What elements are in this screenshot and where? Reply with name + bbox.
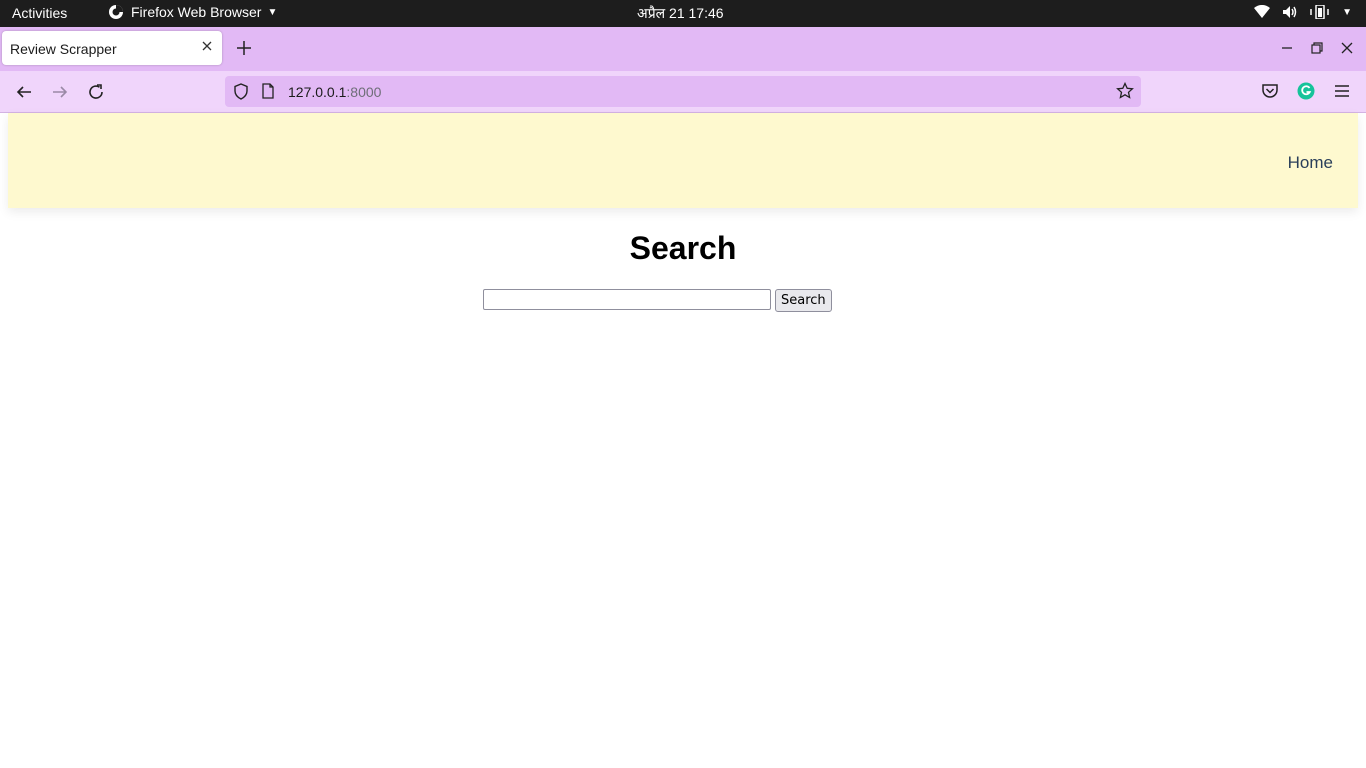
page-icon[interactable]	[261, 83, 275, 99]
clock[interactable]: अप्रैल 21 17:46	[637, 4, 724, 23]
volume-icon	[1283, 6, 1297, 18]
minimize-icon[interactable]	[1281, 42, 1293, 54]
pocket-icon[interactable]	[1261, 82, 1279, 100]
tab-strip: Review Scrapper	[0, 27, 1366, 71]
grammarly-icon[interactable]	[1297, 82, 1315, 100]
search-input[interactable]	[483, 289, 771, 310]
app-menu[interactable]: Firefox Web Browser ▼	[108, 4, 277, 20]
tab-review-scrapper[interactable]: Review Scrapper	[2, 31, 222, 65]
wifi-icon	[1254, 5, 1271, 18]
system-top-bar: Activities Firefox Web Browser ▼ अप्रैल …	[0, 0, 1366, 27]
url-port: :8000	[346, 84, 382, 100]
activities-button[interactable]: Activities	[12, 5, 67, 21]
star-icon[interactable]	[1116, 82, 1134, 100]
url-text[interactable]: 127.0.0.1:8000	[288, 84, 381, 100]
shield-icon[interactable]	[233, 83, 249, 100]
close-window-icon[interactable]	[1341, 42, 1353, 54]
close-icon[interactable]	[200, 39, 214, 53]
restore-icon[interactable]	[1311, 42, 1323, 54]
search-button[interactable]: Search	[775, 289, 832, 312]
battery-icon	[1310, 5, 1329, 19]
nav-home-link[interactable]: Home	[1288, 153, 1333, 173]
new-tab-icon[interactable]	[236, 40, 252, 56]
system-tray[interactable]: ▼	[1254, 5, 1352, 19]
forward-icon[interactable]	[51, 83, 69, 101]
firefox-icon	[109, 5, 123, 19]
chevron-down-icon: ▼	[1342, 6, 1352, 18]
chevron-down-icon: ▼	[267, 6, 278, 18]
back-icon[interactable]	[15, 83, 33, 101]
tab-title: Review Scrapper	[10, 41, 117, 57]
site-header: Home	[8, 113, 1358, 208]
search-form: Search	[483, 289, 832, 312]
page-title: Search	[629, 230, 737, 266]
app-name: Firefox Web Browser	[131, 4, 262, 20]
url-host: 127.0.0.1	[288, 84, 347, 100]
address-bar[interactable]: 127.0.0.1:8000	[225, 76, 1141, 107]
reload-icon[interactable]	[87, 83, 105, 101]
navigation-toolbar: 127.0.0.1:8000	[0, 71, 1366, 113]
menu-icon[interactable]	[1333, 82, 1351, 100]
page-content: Home Search Search	[0, 113, 1366, 768]
